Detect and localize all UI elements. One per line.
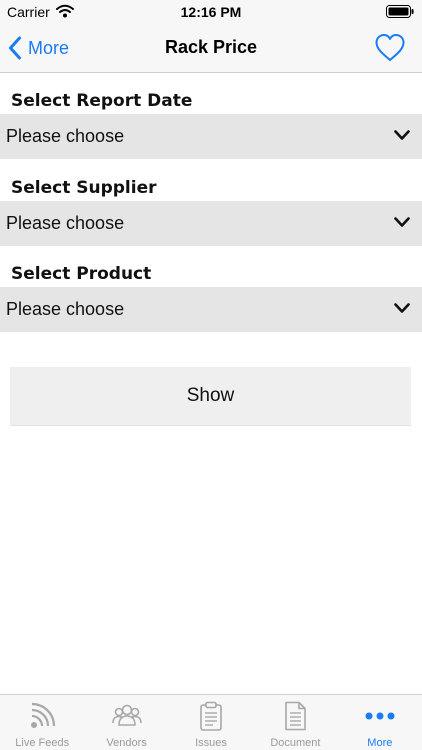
product-label: Select Product (11, 264, 152, 284)
report-date-select[interactable]: Please choose (0, 114, 422, 159)
heart-icon[interactable] (374, 33, 406, 63)
rss-feed-icon (31, 702, 56, 728)
document-icon (285, 701, 307, 731)
show-button[interactable]: Show (10, 367, 411, 426)
battery-icon (386, 5, 414, 18)
tab-live-feeds[interactable]: Live Feeds (0, 695, 84, 750)
tab-more[interactable]: More (338, 695, 422, 750)
supplier-label: Select Supplier (11, 178, 157, 198)
report-date-value: Please choose (6, 126, 125, 146)
more-dots-icon (365, 712, 395, 720)
tab-vendors[interactable]: Vendors (84, 695, 168, 750)
tab-label: Live Feeds (15, 737, 70, 749)
report-date-label: Select Report Date (11, 91, 193, 111)
tab-label: More (367, 737, 393, 749)
status-bar: Carrier 12:16 PM (0, 0, 422, 24)
chevron-down-icon (394, 303, 410, 313)
tab-label: Vendors (106, 737, 147, 749)
rack-price-screen: Carrier 12:16 PM More Rack Price Select … (0, 0, 422, 750)
chevron-down-icon (394, 130, 410, 140)
chevron-down-icon (394, 217, 410, 227)
tab-label: Document (270, 737, 321, 749)
navigation-bar: More Rack Price (0, 24, 422, 73)
users-group-icon (111, 704, 142, 726)
tab-label: Issues (195, 737, 227, 749)
product-select[interactable]: Please choose (0, 287, 422, 332)
tab-issues[interactable]: Issues (169, 695, 253, 750)
supplier-select[interactable]: Please choose (0, 201, 422, 246)
supplier-value: Please choose (6, 213, 125, 233)
tab-bar: Live Feeds Vendors Issues Document More (0, 694, 422, 750)
product-value: Please choose (6, 299, 125, 319)
clipboard-icon (200, 701, 222, 731)
status-time: 12:16 PM (180, 4, 242, 20)
page-title: Rack Price (164, 37, 258, 57)
tab-document[interactable]: Document (253, 695, 337, 750)
